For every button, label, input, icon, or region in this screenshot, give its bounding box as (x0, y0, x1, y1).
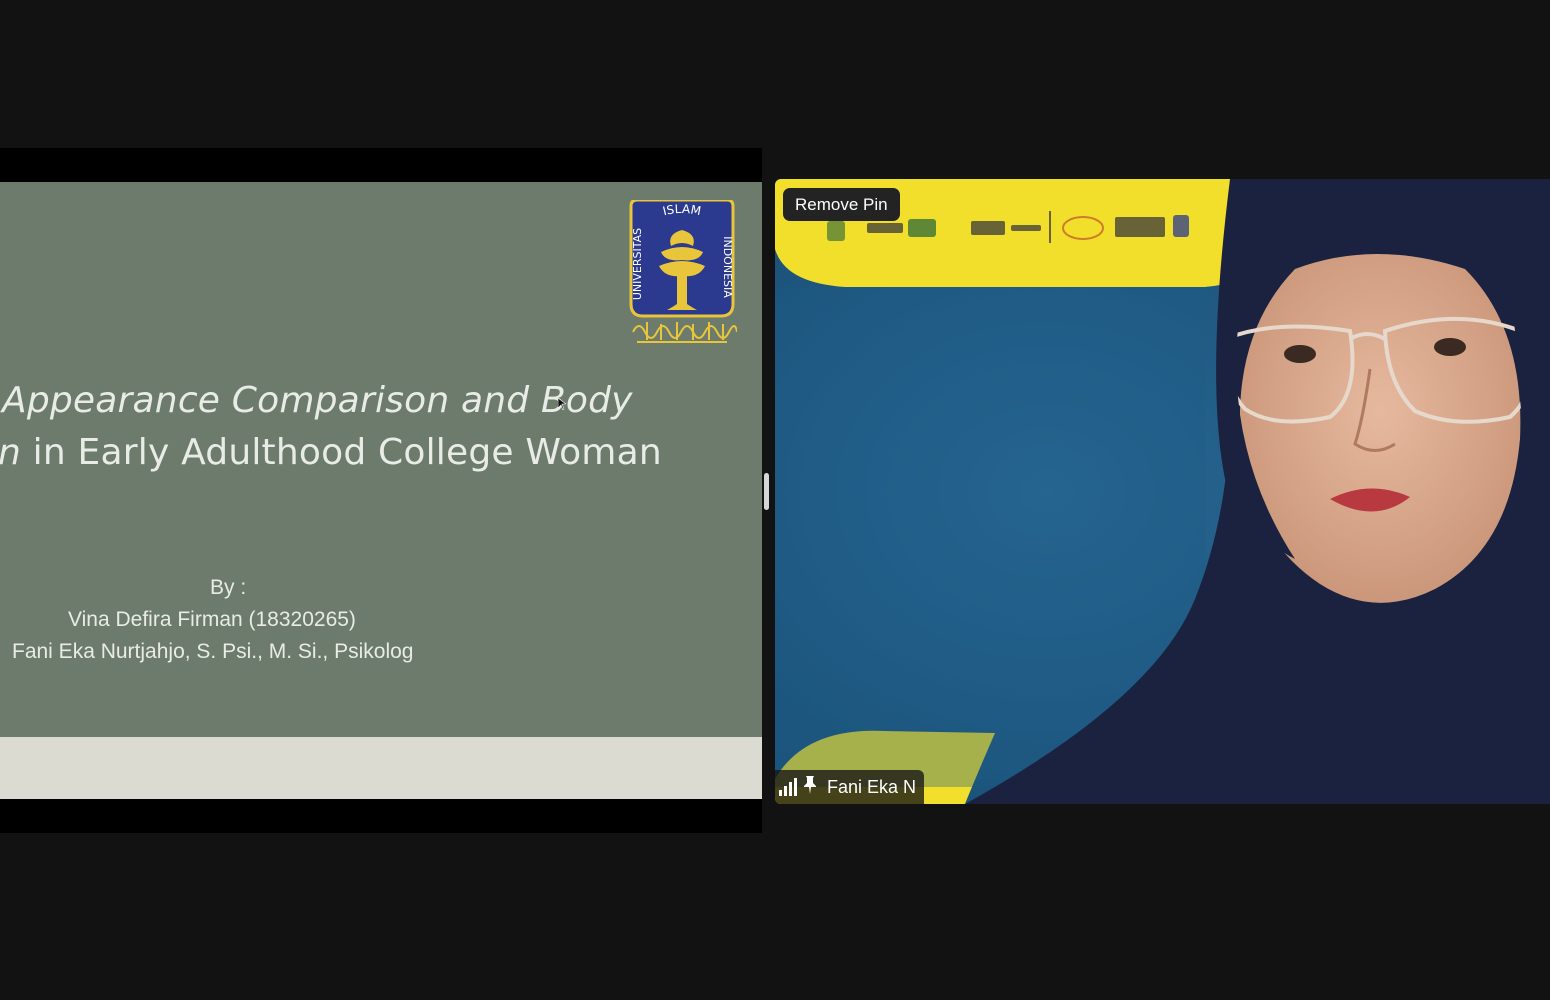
signal-strength-icon (779, 778, 797, 796)
slide-title-line-2-italic: n (0, 432, 22, 473)
author-2: Fani Eka Nurtjahjo, S. Psi., M. Si., Psi… (12, 640, 414, 663)
by-label: By : (210, 576, 247, 599)
remove-pin-button[interactable]: Remove Pin (783, 188, 900, 221)
slide-title-line-1: Appearance Comparison and Body (2, 380, 633, 421)
slide-title-line-2: n in Early Adulthood College Woman (0, 432, 662, 473)
university-logo: ISLAM UNIVERSITAS INDONESIA (629, 200, 737, 343)
participant-video[interactable]: Remove Pin Fani Eka N (775, 179, 1550, 804)
slide-title-line-2-text: in Early Adulthood College Woman (21, 432, 662, 473)
presentation-slide: Appearance Comparison and Body n in Earl… (0, 182, 762, 799)
author-1: Vina Defira Firman (18320265) (68, 608, 356, 631)
participant-name: Fani Eka N (827, 776, 917, 797)
shared-screen: Appearance Comparison and Body n in Earl… (0, 148, 762, 833)
pin-icon (803, 775, 817, 799)
logo-text-right: INDONESIA (721, 236, 734, 298)
panel-resize-handle[interactable] (764, 473, 769, 510)
logo-text-left: UNIVERSITAS (631, 228, 644, 300)
mouse-cursor-icon (558, 398, 566, 410)
slide-footer-band (0, 737, 762, 799)
logo-calligraphy-icon (632, 322, 737, 343)
participant-name-tag: Fani Eka N (775, 770, 925, 804)
video-frame-image (775, 179, 1550, 804)
